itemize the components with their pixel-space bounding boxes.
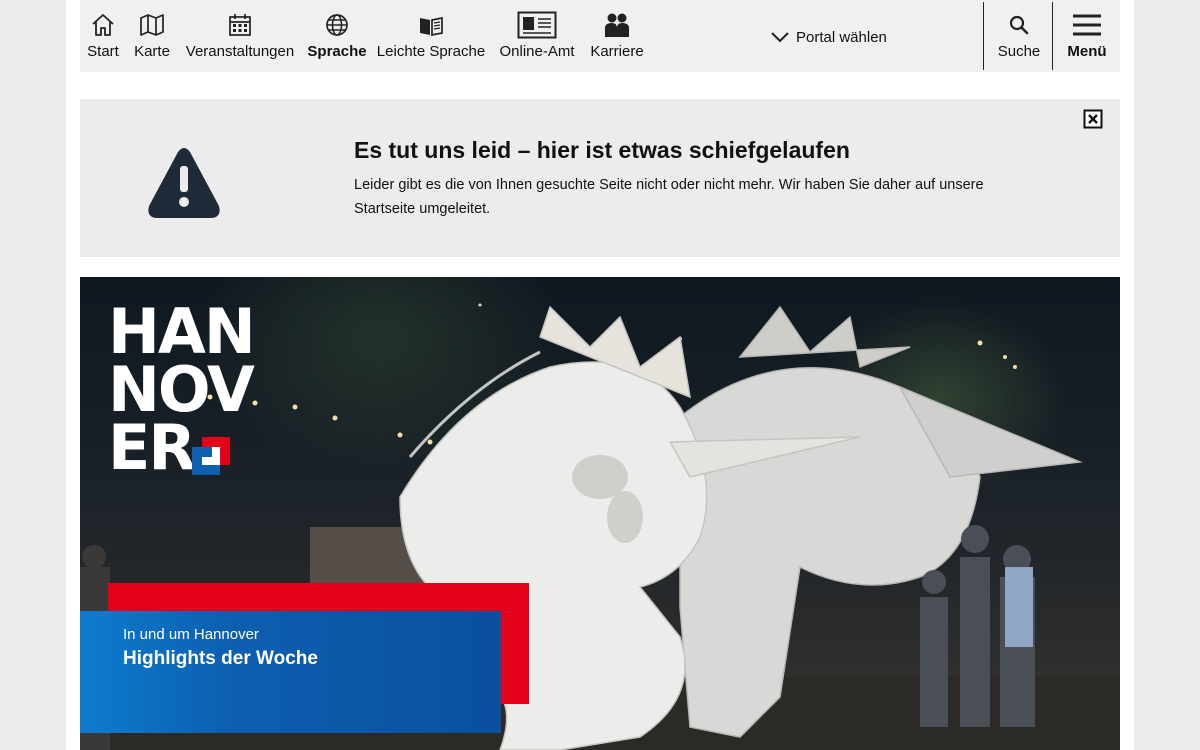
- top-navigation: Start Karte Veranstaltungen Sprache Leic…: [80, 0, 1120, 72]
- nav-label-leichte-sprache: Leichte Sprache: [376, 43, 486, 60]
- nav-divider: [983, 2, 984, 70]
- search-button[interactable]: Suche: [994, 10, 1044, 66]
- nav-label-online-amt: Online-Amt: [499, 43, 575, 60]
- book-icon: [417, 10, 445, 40]
- nav-label-karriere: Karriere: [590, 43, 644, 60]
- search-icon: [1008, 10, 1030, 40]
- teaser-highlights[interactable]: In und um Hannover Highlights der Woche: [80, 611, 501, 733]
- nav-label-start: Start: [87, 43, 119, 60]
- nav-item-online-amt[interactable]: Online-Amt: [498, 10, 576, 66]
- chevron-down-icon: [771, 32, 789, 43]
- id-card-icon: [517, 10, 557, 40]
- error-title: Es tut uns leid – hier ist etwas schiefg…: [354, 137, 850, 163]
- calendar-icon: [227, 10, 253, 40]
- teaser-title: Highlights der Woche: [123, 648, 318, 669]
- hannover-logo-mark: [192, 437, 230, 475]
- hannover-logo: HAN NOV ER: [108, 295, 256, 484]
- nav-item-karte[interactable]: Karte: [132, 10, 172, 66]
- nav-item-start[interactable]: Start: [86, 10, 120, 66]
- nav-label-sprache: Sprache: [307, 43, 367, 60]
- error-message: Leider gibt es die von Ihnen gesuchte Se…: [354, 177, 984, 217]
- people-icon: [603, 10, 631, 40]
- warning-icon: [146, 146, 222, 225]
- map-icon: [139, 10, 165, 40]
- nav-divider: [1052, 2, 1053, 70]
- hero-image: HAN NOV ER In und um Hannover Highlights…: [80, 277, 1120, 750]
- globe-icon: [324, 10, 350, 40]
- nav-item-sprache[interactable]: Sprache: [307, 10, 367, 66]
- teaser-kicker: In und um Hannover: [123, 626, 259, 643]
- portal-select[interactable]: Portal wählen: [770, 26, 887, 48]
- nav-label-karte: Karte: [134, 43, 170, 60]
- home-icon: [90, 10, 116, 40]
- nav-item-veranstaltungen[interactable]: Veranstaltungen: [184, 10, 296, 66]
- menu-button[interactable]: Menü: [1062, 10, 1112, 66]
- menu-button-label: Menü: [1067, 43, 1107, 60]
- nav-label-veranstaltungen: Veranstaltungen: [185, 43, 295, 60]
- nav-item-leichte-sprache[interactable]: Leichte Sprache: [376, 10, 486, 66]
- nav-item-karriere[interactable]: Karriere: [589, 10, 645, 66]
- portal-select-label: Portal wählen: [796, 28, 887, 46]
- close-button[interactable]: [1083, 109, 1103, 129]
- close-icon: [1083, 109, 1103, 129]
- hamburger-menu-icon: [1072, 10, 1102, 40]
- search-button-label: Suche: [997, 43, 1041, 60]
